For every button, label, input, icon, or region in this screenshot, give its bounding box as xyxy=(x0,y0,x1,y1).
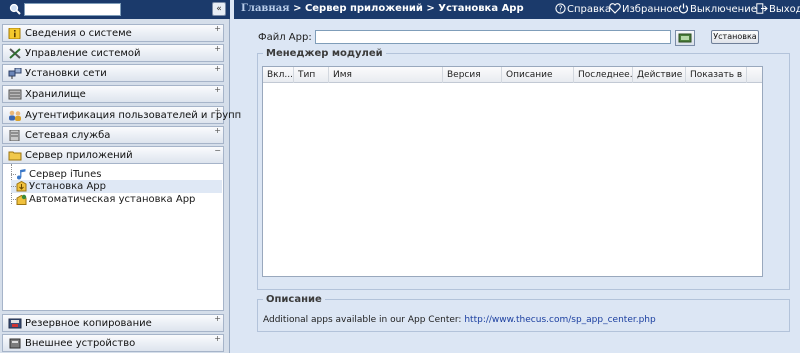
itunes-icon xyxy=(17,169,26,180)
expand-icon: + xyxy=(214,64,221,73)
nav-section-system-info[interactable]: Сведения о системе + xyxy=(2,24,224,42)
nav-section-network-service[interactable]: Сетевая служба + xyxy=(2,126,224,144)
breadcrumb-home-link[interactable]: Главная xyxy=(241,3,290,14)
search-input[interactable] xyxy=(24,3,121,16)
svg-text:?: ? xyxy=(559,4,563,13)
app-file-input[interactable] xyxy=(315,30,671,44)
browse-icon xyxy=(678,33,692,43)
logout-icon xyxy=(756,3,768,14)
top-bar: Главная > Сервер приложений > Установка … xyxy=(234,0,800,19)
auto-install-icon xyxy=(16,194,27,205)
shutdown-link[interactable]: Выключение xyxy=(678,3,757,15)
collapse-icon: − xyxy=(214,146,221,155)
app-file-label: Файл App: xyxy=(258,32,312,43)
nav-section-label: Управление системой xyxy=(25,48,141,59)
logout-label: Выход xyxy=(769,4,800,15)
install-app-icon xyxy=(16,181,27,192)
column-header-type[interactable]: Тип xyxy=(294,67,329,83)
help-icon: ? xyxy=(555,3,566,14)
tree-item-install-app[interactable]: Установка App xyxy=(11,180,222,193)
module-table: Вкл... Тип Имя Версия Описание Последнее… xyxy=(262,66,763,277)
expand-icon: + xyxy=(214,314,221,323)
external-device-icon xyxy=(9,338,21,349)
column-header-action[interactable]: Действие xyxy=(633,67,686,83)
collapse-sidebar-button[interactable]: « xyxy=(212,2,226,16)
expand-icon: + xyxy=(214,44,221,53)
nav-section-label: Резервное копирование xyxy=(25,318,152,329)
breadcrumb-section: Сервер приложений xyxy=(304,3,423,14)
expand-icon: + xyxy=(214,106,221,115)
nav-section-app-server[interactable]: Сервер приложений − xyxy=(2,146,224,164)
logout-link[interactable]: Выход xyxy=(756,3,800,15)
nav-section-backup[interactable]: Резервное копирование + xyxy=(2,314,224,332)
favorites-label: Избранное xyxy=(622,4,679,15)
nav-section-label: Сетевая служба xyxy=(25,130,111,141)
nav-section-label: Сведения о системе xyxy=(25,28,132,39)
nav-section-label: Хранилище xyxy=(25,89,86,100)
app-server-icon xyxy=(8,151,22,161)
column-header-version[interactable]: Версия xyxy=(443,67,502,83)
breadcrumb-separator: > xyxy=(426,3,435,14)
storage-icon xyxy=(8,89,22,100)
network-service-icon xyxy=(9,130,20,141)
tree-item-auto-install-app[interactable]: Автоматическая установка App xyxy=(11,193,222,206)
nav-section-network-settings[interactable]: Установки сети + xyxy=(2,64,224,82)
tools-icon xyxy=(9,48,21,59)
expand-icon: + xyxy=(214,126,221,135)
main-content: Главная > Сервер приложений > Установка … xyxy=(234,0,800,353)
app-server-items-panel: Сервер iTunes Установка App Автоматическ… xyxy=(2,164,224,311)
info-icon xyxy=(8,28,21,39)
expand-icon: + xyxy=(214,85,221,94)
backup-icon xyxy=(8,318,22,329)
description-line: Additional apps available in our App Cen… xyxy=(263,315,656,325)
breadcrumb-current-page: Установка App xyxy=(438,3,524,14)
nav-section-label: Внешнее устройство xyxy=(25,338,136,349)
column-header-last[interactable]: Последнее... xyxy=(574,67,633,83)
tree-item-label: Установка App xyxy=(29,181,106,192)
breadcrumb-separator: > xyxy=(293,3,302,14)
description-title: Описание xyxy=(266,294,322,305)
column-header-description[interactable]: Описание xyxy=(502,67,574,83)
power-icon xyxy=(678,3,689,14)
column-header-name[interactable]: Имя xyxy=(329,67,443,83)
module-manager-title: Менеджер модулей xyxy=(266,48,383,59)
favorites-link[interactable]: Избранное xyxy=(609,3,679,15)
network-icon xyxy=(8,68,22,79)
nav-section-label: Сервер приложений xyxy=(25,150,133,161)
help-label: Справка xyxy=(567,4,612,15)
nav-section-label: Аутентификация пользователей и групп xyxy=(25,110,242,121)
expand-icon: + xyxy=(214,24,221,33)
search-bar: « xyxy=(0,0,230,19)
column-header-enabled[interactable]: Вкл... xyxy=(263,67,294,83)
description-group: Описание xyxy=(257,294,790,332)
nav-section-label: Установки сети xyxy=(25,68,107,79)
column-header-show-in[interactable]: Показать в ... xyxy=(686,67,747,83)
table-header: Вкл... Тип Имя Версия Описание Последнее… xyxy=(263,67,762,83)
help-link[interactable]: ? Справка xyxy=(555,3,611,15)
shutdown-label: Выключение xyxy=(690,4,757,15)
nav-section-system-management[interactable]: Управление системой + xyxy=(2,44,224,62)
nav-section-user-group-auth[interactable]: Аутентификация пользователей и групп + xyxy=(2,106,241,124)
nav-section-storage[interactable]: Хранилище + xyxy=(2,85,224,103)
install-button[interactable]: Установка xyxy=(711,30,759,44)
search-icon xyxy=(9,3,21,15)
breadcrumb: Главная > Сервер приложений > Установка … xyxy=(241,3,524,14)
sidebar: « Сведения о системе + Управление систем… xyxy=(0,0,241,353)
app-center-link[interactable]: http://www.thecus.com/sp_app_center.php xyxy=(464,315,655,325)
nav-section-external-device[interactable]: Внешнее устройство + xyxy=(2,334,224,352)
description-text: Additional apps available in our App Cen… xyxy=(263,315,462,325)
expand-icon: + xyxy=(214,334,221,343)
heart-icon xyxy=(609,3,621,14)
users-icon xyxy=(9,110,21,121)
tree-item-label: Автоматическая установка App xyxy=(29,194,196,205)
browse-file-button[interactable] xyxy=(675,30,695,46)
